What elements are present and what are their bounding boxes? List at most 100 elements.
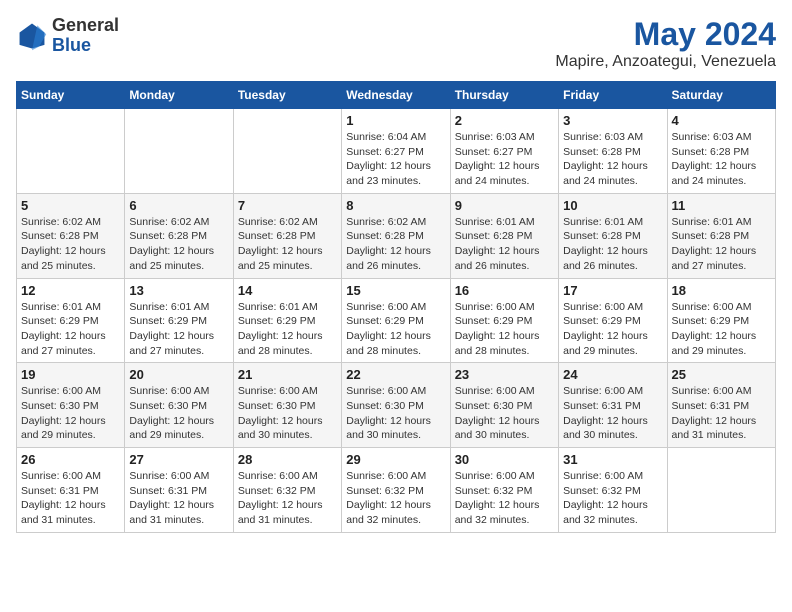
calendar-table: SundayMondayTuesdayWednesdayThursdayFrid…	[16, 81, 776, 533]
day-number: 5	[21, 198, 120, 213]
calendar-cell: 5 Sunrise: 6:02 AMSunset: 6:28 PMDaylight…	[17, 193, 125, 278]
calendar-cell: 20Sunrise: 6:00 AMSunset: 6:30 PMDayligh…	[125, 363, 233, 448]
calendar-cell: 16Sunrise: 6:00 AMSunset: 6:29 PMDayligh…	[450, 278, 558, 363]
calendar-cell: 26Sunrise: 6:00 AMSunset: 6:31 PMDayligh…	[17, 448, 125, 533]
day-number: 9	[455, 198, 554, 213]
day-info: Sunrise: 6:02 AMSunset: 6:28 PMDaylight:…	[238, 215, 337, 274]
logo: General Blue	[16, 16, 119, 56]
day-number: 1	[346, 113, 445, 128]
calendar-cell: 31Sunrise: 6:00 AMSunset: 6:32 PMDayligh…	[559, 448, 667, 533]
calendar-week-row: 19 Sunrise: 6:00 AMSunset: 6:30 PMDayligh…	[17, 363, 776, 448]
calendar-week-row: 12Sunrise: 6:01 AMSunset: 6:29 PMDayligh…	[17, 278, 776, 363]
day-info: Sunrise: 6:02 AMSunset: 6:28 PMDaylight:…	[129, 215, 228, 274]
calendar-cell: 14 Sunrise: 6:01 AMSunset: 6:29 PMDayligh…	[233, 278, 341, 363]
header-sunday: Sunday	[17, 82, 125, 109]
calendar-cell	[233, 109, 341, 194]
day-number: 20	[129, 367, 228, 382]
title-block: May 2024 Mapire, Anzoategui, Venezuela	[555, 16, 776, 71]
calendar-cell: 2 Sunrise: 6:03 AMSunset: 6:27 PMDaylight…	[450, 109, 558, 194]
calendar-subtitle: Mapire, Anzoategui, Venezuela	[555, 53, 776, 71]
day-info: Sunrise: 6:03 AMSunset: 6:28 PMDaylight:…	[563, 130, 662, 189]
calendar-cell: 1 Sunrise: 6:04 AMSunset: 6:27 PMDaylight…	[342, 109, 450, 194]
calendar-cell	[17, 109, 125, 194]
day-info: Sunrise: 6:01 AMSunset: 6:29 PMDaylight:…	[238, 300, 337, 359]
day-info: Sunrise: 6:00 AMSunset: 6:30 PMDaylight:…	[455, 384, 554, 443]
header-tuesday: Tuesday	[233, 82, 341, 109]
logo-blue-text: Blue	[52, 36, 119, 56]
calendar-cell: 13Sunrise: 6:01 AMSunset: 6:29 PMDayligh…	[125, 278, 233, 363]
day-number: 17	[563, 283, 662, 298]
calendar-week-row: 1 Sunrise: 6:04 AMSunset: 6:27 PMDaylight…	[17, 109, 776, 194]
day-info: Sunrise: 6:03 AMSunset: 6:27 PMDaylight:…	[455, 130, 554, 189]
calendar-cell: 30Sunrise: 6:00 AMSunset: 6:32 PMDayligh…	[450, 448, 558, 533]
day-info: Sunrise: 6:00 AMSunset: 6:31 PMDaylight:…	[672, 384, 771, 443]
day-number: 21	[238, 367, 337, 382]
day-number: 8	[346, 198, 445, 213]
day-number: 19	[21, 367, 120, 382]
day-info: Sunrise: 6:00 AMSunset: 6:32 PMDaylight:…	[238, 469, 337, 528]
calendar-cell: 15 Sunrise: 6:00 AMSunset: 6:29 PMDayligh…	[342, 278, 450, 363]
calendar-cell: 18 Sunrise: 6:00 AMSunset: 6:29 PMDayligh…	[667, 278, 775, 363]
day-number: 29	[346, 452, 445, 467]
calendar-cell: 27 Sunrise: 6:00 AMSunset: 6:31 PMDayligh…	[125, 448, 233, 533]
header-monday: Monday	[125, 82, 233, 109]
day-info: Sunrise: 6:01 AMSunset: 6:28 PMDaylight:…	[455, 215, 554, 274]
day-number: 15	[346, 283, 445, 298]
day-number: 13	[129, 283, 228, 298]
day-info: Sunrise: 6:04 AMSunset: 6:27 PMDaylight:…	[346, 130, 445, 189]
day-info: Sunrise: 6:02 AMSunset: 6:28 PMDaylight:…	[346, 215, 445, 274]
day-number: 18	[672, 283, 771, 298]
calendar-cell: 17 Sunrise: 6:00 AMSunset: 6:29 PMDayligh…	[559, 278, 667, 363]
day-number: 25	[672, 367, 771, 382]
calendar-cell: 9 Sunrise: 6:01 AMSunset: 6:28 PMDaylight…	[450, 193, 558, 278]
day-info: Sunrise: 6:00 AMSunset: 6:29 PMDaylight:…	[563, 300, 662, 359]
calendar-cell: 19 Sunrise: 6:00 AMSunset: 6:30 PMDayligh…	[17, 363, 125, 448]
calendar-week-row: 26 Sunrise: 6:00 AMSunset: 6:31 PMDayligh…	[17, 448, 776, 533]
day-number: 7	[238, 198, 337, 213]
day-number: 16	[455, 283, 554, 298]
page-header: General Blue May 2024 Mapire, Anzoategui…	[16, 16, 776, 71]
calendar-cell: 24 Sunrise: 6:00 AMSunset: 6:31 PMDayligh…	[559, 363, 667, 448]
day-info: Sunrise: 6:02 AMSunset: 6:28 PMDaylight:…	[21, 215, 120, 274]
day-info: Sunrise: 6:00 AMSunset: 6:29 PMDaylight:…	[346, 300, 445, 359]
day-number: 28	[238, 452, 337, 467]
calendar-cell: 4 Sunrise: 6:03 AMSunset: 6:28 PMDaylight…	[667, 109, 775, 194]
calendar-title: May 2024	[555, 16, 776, 53]
day-number: 6	[129, 198, 228, 213]
day-info: Sunrise: 6:01 AMSunset: 6:29 PMDaylight:…	[21, 300, 120, 359]
day-number: 23	[455, 367, 554, 382]
calendar-cell	[125, 109, 233, 194]
day-number: 2	[455, 113, 554, 128]
header-saturday: Saturday	[667, 82, 775, 109]
calendar-header-row: SundayMondayTuesdayWednesdayThursdayFrid…	[17, 82, 776, 109]
calendar-week-row: 5 Sunrise: 6:02 AMSunset: 6:28 PMDaylight…	[17, 193, 776, 278]
logo-icon	[16, 20, 48, 52]
day-number: 27	[129, 452, 228, 467]
day-info: Sunrise: 6:03 AMSunset: 6:28 PMDaylight:…	[672, 130, 771, 189]
logo-general-text: General	[52, 16, 119, 36]
calendar-cell: 12Sunrise: 6:01 AMSunset: 6:29 PMDayligh…	[17, 278, 125, 363]
calendar-cell: 22Sunrise: 6:00 AMSunset: 6:30 PMDayligh…	[342, 363, 450, 448]
day-info: Sunrise: 6:01 AMSunset: 6:28 PMDaylight:…	[672, 215, 771, 274]
day-info: Sunrise: 6:00 AMSunset: 6:32 PMDaylight:…	[563, 469, 662, 528]
calendar-cell: 23 Sunrise: 6:00 AMSunset: 6:30 PMDayligh…	[450, 363, 558, 448]
calendar-cell: 6 Sunrise: 6:02 AMSunset: 6:28 PMDaylight…	[125, 193, 233, 278]
calendar-cell: 7 Sunrise: 6:02 AMSunset: 6:28 PMDaylight…	[233, 193, 341, 278]
day-number: 14	[238, 283, 337, 298]
day-number: 24	[563, 367, 662, 382]
day-number: 10	[563, 198, 662, 213]
day-number: 3	[563, 113, 662, 128]
header-thursday: Thursday	[450, 82, 558, 109]
calendar-cell: 28 Sunrise: 6:00 AMSunset: 6:32 PMDayligh…	[233, 448, 341, 533]
calendar-cell: 11Sunrise: 6:01 AMSunset: 6:28 PMDayligh…	[667, 193, 775, 278]
day-info: Sunrise: 6:00 AMSunset: 6:30 PMDaylight:…	[238, 384, 337, 443]
day-info: Sunrise: 6:00 AMSunset: 6:30 PMDaylight:…	[21, 384, 120, 443]
day-number: 4	[672, 113, 771, 128]
day-number: 26	[21, 452, 120, 467]
day-info: Sunrise: 6:00 AMSunset: 6:31 PMDaylight:…	[129, 469, 228, 528]
calendar-cell: 8 Sunrise: 6:02 AMSunset: 6:28 PMDaylight…	[342, 193, 450, 278]
day-info: Sunrise: 6:00 AMSunset: 6:30 PMDaylight:…	[346, 384, 445, 443]
day-info: Sunrise: 6:01 AMSunset: 6:28 PMDaylight:…	[563, 215, 662, 274]
day-info: Sunrise: 6:00 AMSunset: 6:31 PMDaylight:…	[563, 384, 662, 443]
day-info: Sunrise: 6:00 AMSunset: 6:29 PMDaylight:…	[672, 300, 771, 359]
